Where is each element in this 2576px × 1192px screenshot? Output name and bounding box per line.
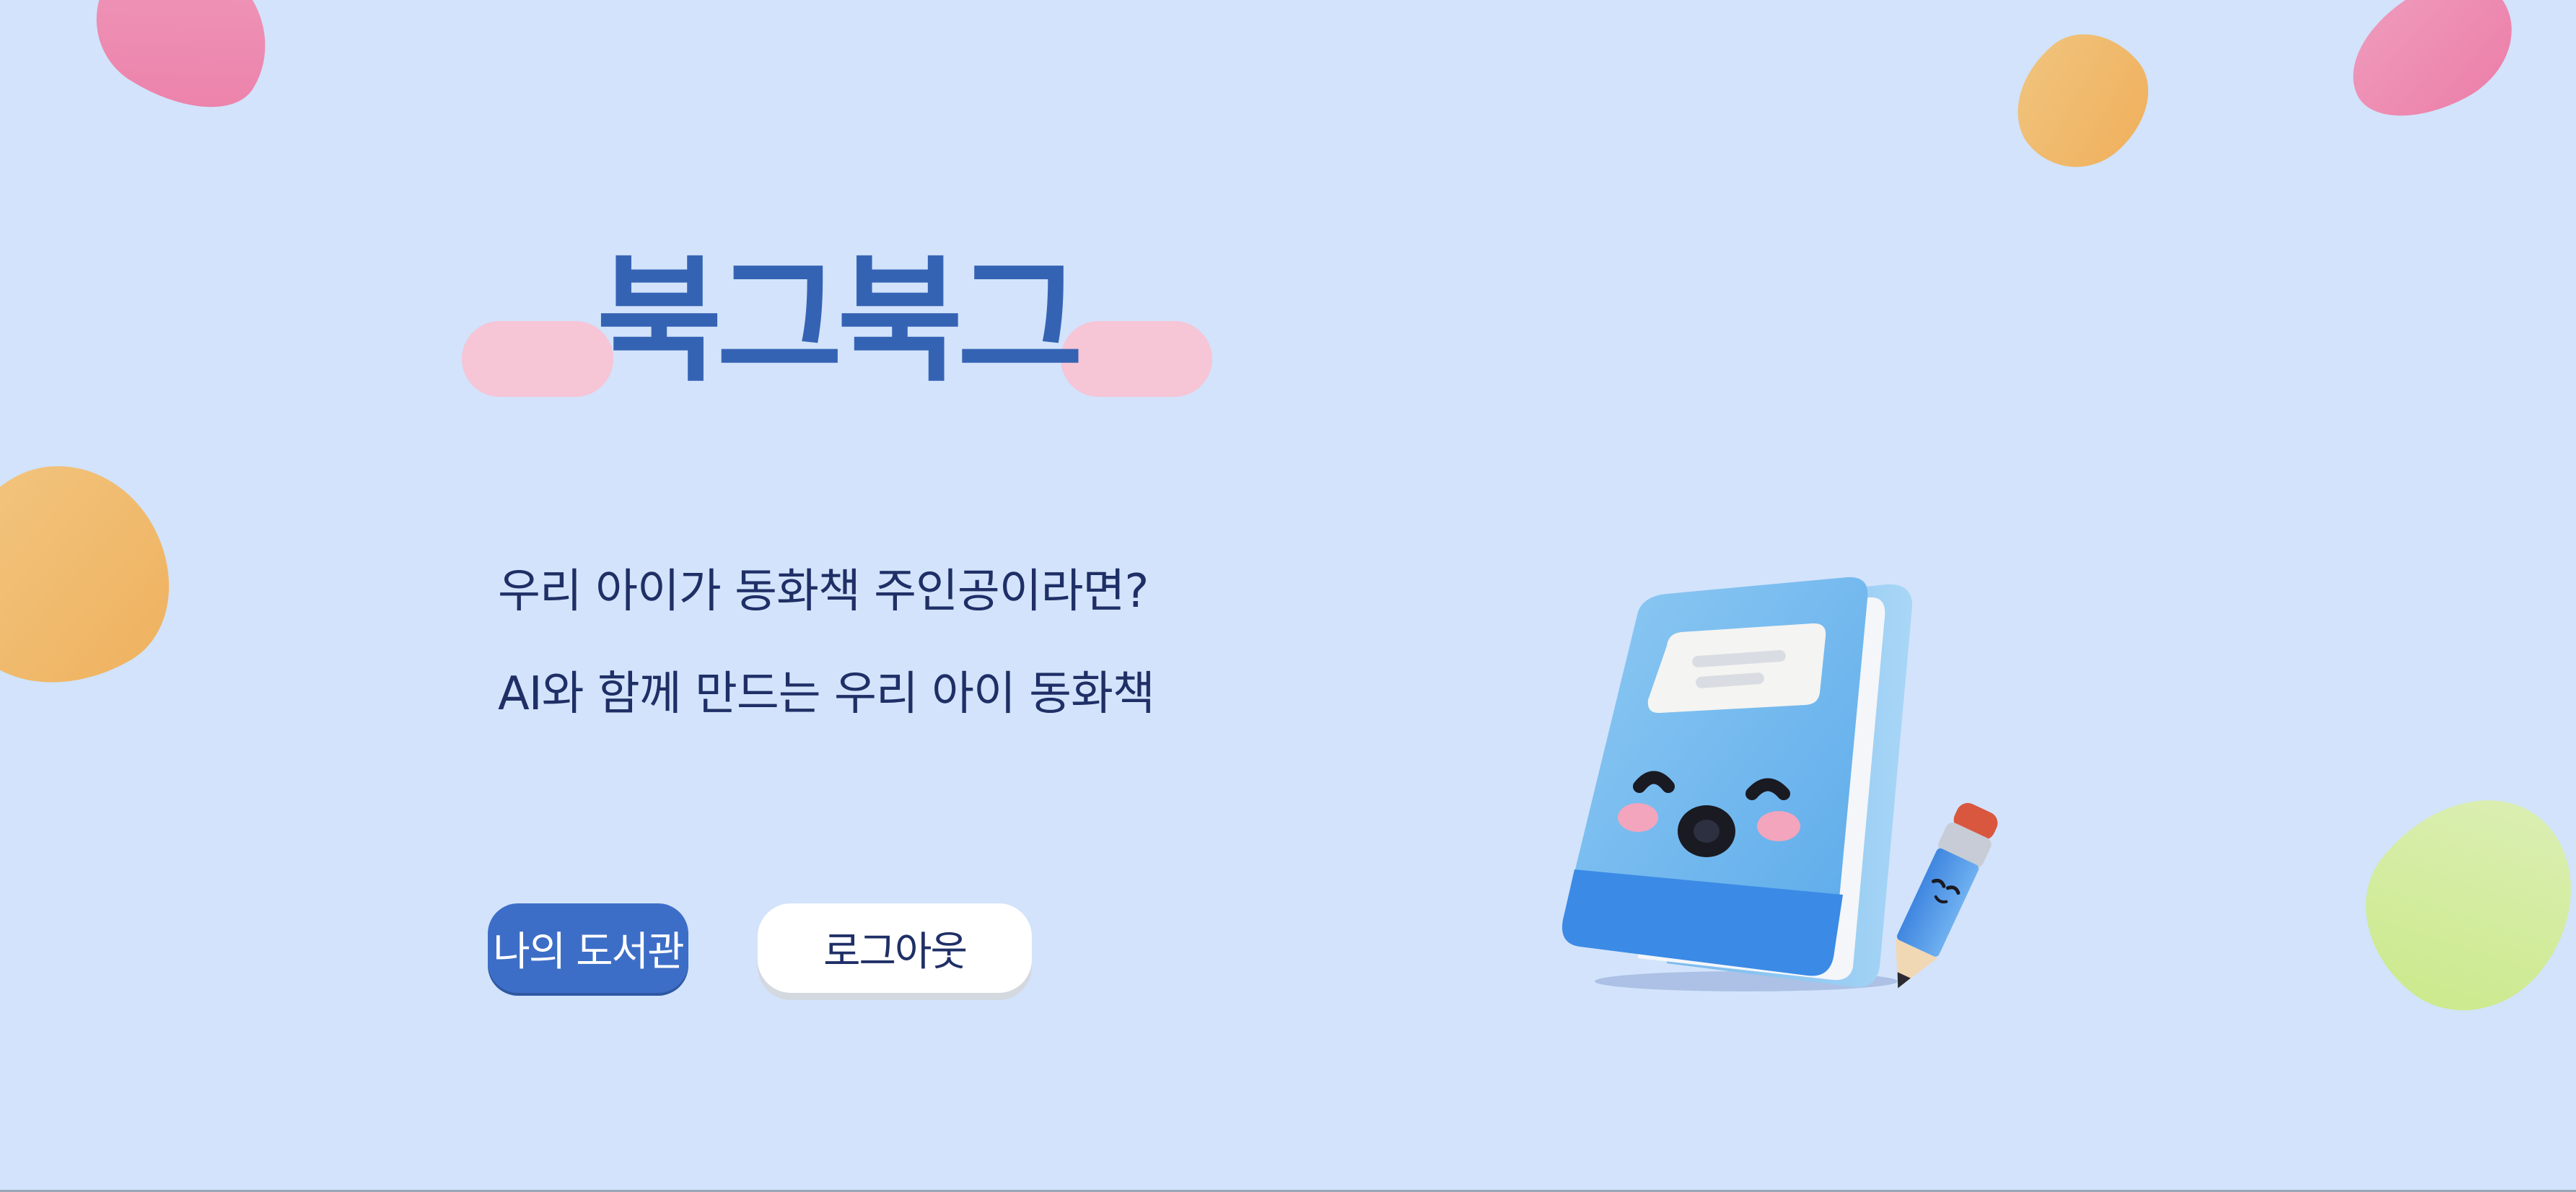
logout-button[interactable]: 로그아웃	[758, 903, 1032, 993]
my-library-button[interactable]: 나의 도서관	[488, 903, 688, 993]
landing-screen: 북그북그 우리 아이가 동화책 주인공이라면? AI와 함께 만드는 우리 아이…	[0, 0, 2576, 1192]
decorative-green-blob	[2328, 756, 2576, 1048]
smiling-book-and-pencil-icon	[1559, 577, 2049, 1025]
tagline-description: AI와 함께 만드는 우리 아이 동화책	[498, 667, 1155, 721]
decorative-pink-blob	[69, 0, 299, 139]
tagline-question: 우리 아이가 동화책 주인공이라면?	[498, 565, 1149, 618]
decorative-orange-blob	[0, 429, 206, 725]
decorative-orange-blob	[1989, 9, 2174, 193]
app-logo: 북그북그	[462, 238, 1212, 418]
app-title: 북그북그	[596, 241, 1083, 400]
decorative-pink-blob	[2328, 0, 2536, 142]
